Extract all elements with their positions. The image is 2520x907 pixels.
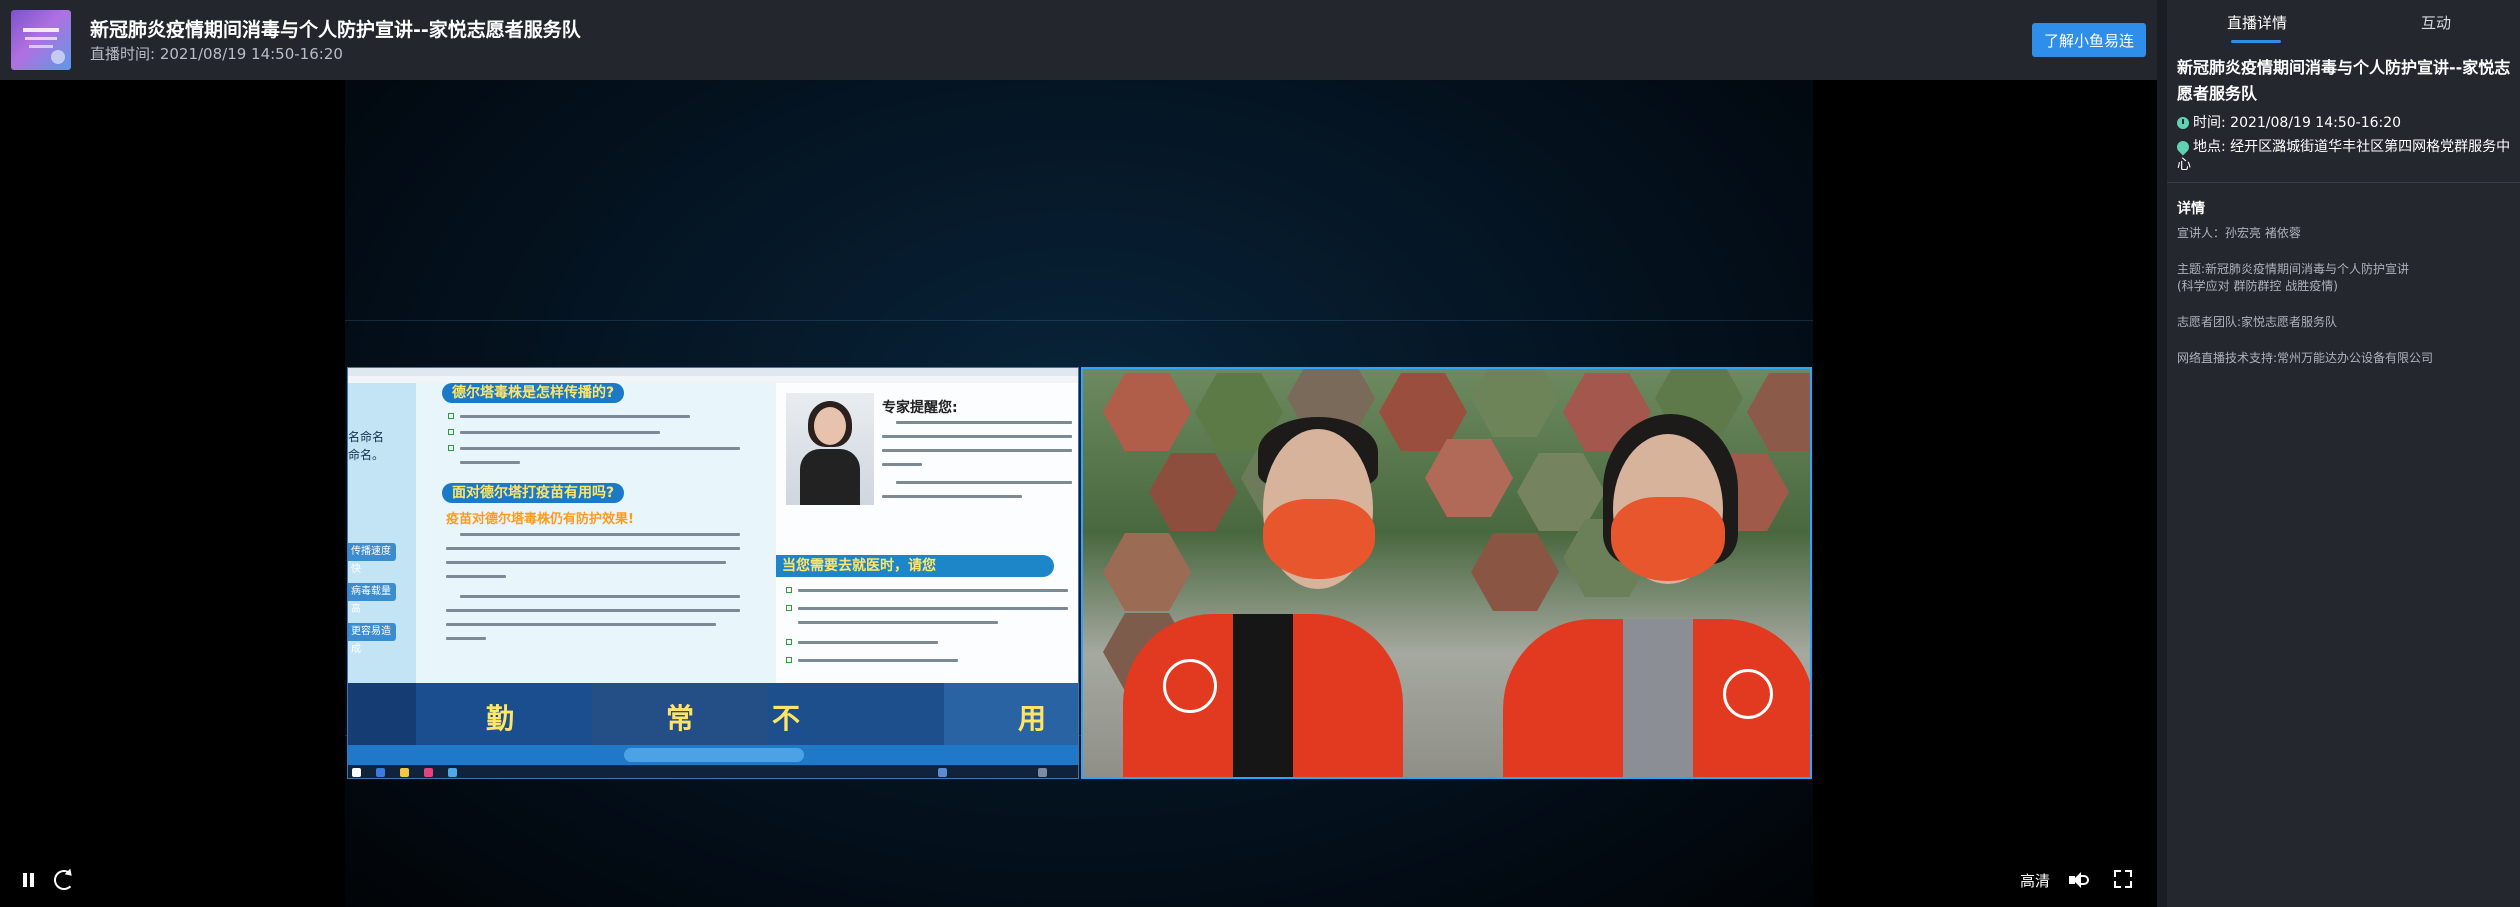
volume-icon[interactable] — [2069, 872, 2089, 888]
side-panel: 直播详情 互动 新冠肺炎疫情期间消毒与个人防护宣讲--家悦志愿者服务队 时间: … — [2167, 0, 2520, 907]
slide-highlight: 疫苗对德尔塔毒株仍有防护效果! — [446, 512, 634, 527]
slide-left-label: 命名。 — [348, 448, 385, 462]
slide-toolbar — [348, 745, 1078, 765]
live-time: 直播时间: 2021/08/19 14:50-16:20 — [90, 45, 343, 63]
refresh-icon[interactable] — [54, 870, 74, 890]
banner-char: 常 — [666, 702, 695, 735]
panel-event-title: 新冠肺炎疫情期间消毒与个人防护宣讲--家悦志愿者服务队 — [2177, 58, 2511, 103]
slide-chip: 病毒载量高 — [348, 583, 396, 615]
banner-char: 勤 — [486, 702, 515, 735]
shared-screen: 名命名 命名。 传播速度快 病毒载量高 更容易造成 德尔塔毒株是怎样传播的? 面… — [347, 367, 1079, 779]
slide-middle-column: 德尔塔毒株是怎样传播的? 面对德尔塔打疫苗有用吗? 疫苗对德尔塔毒株仍有防护效果… — [416, 383, 776, 683]
details-heading: 详情 — [2177, 201, 2205, 217]
windows-taskbar — [348, 765, 1078, 778]
tab-live-details[interactable]: 直播详情 — [2227, 12, 2287, 33]
slide-chip: 更容易造成 — [348, 623, 396, 655]
detail-line: (科学应对 群防群控 战胜疫情) — [2177, 279, 2338, 293]
camera-feed — [1081, 367, 1812, 779]
detail-line: 主题:新冠肺炎疫情期间消毒与个人防护宣讲 — [2177, 262, 2410, 276]
banner-char: 不 — [772, 702, 801, 735]
slide-heading: 德尔塔毒株是怎样传播的? — [442, 383, 625, 403]
event-time-row: 时间: 2021/08/19 14:50-16:20 — [2177, 114, 2401, 132]
panel-tabs: 直播详情 互动 — [2167, 0, 2520, 46]
slide-left-column: 名命名 命名。 传播速度快 病毒载量高 更容易造成 — [348, 383, 416, 683]
active-tab-indicator — [2231, 40, 2281, 43]
panel-divider — [2167, 182, 2520, 183]
quality-selector[interactable]: 高清 — [2020, 870, 2050, 891]
event-title: 新冠肺炎疫情期间消毒与个人防护宣讲--家悦志愿者服务队 — [90, 19, 581, 41]
event-location-row: 地点: 经开区潞城街道华丰社区第四网格党群服务中心 — [2174, 138, 2515, 174]
detail-line: 宣讲人：孙宏亮 褚依蓉 — [2177, 226, 2301, 240]
fullscreen-icon[interactable] — [2114, 870, 2132, 888]
event-location: 地点: 经开区潞城街道华丰社区第四网格党群服务中心 — [2177, 139, 2511, 173]
detail-line: 志愿者团队:家悦志愿者服务队 — [2177, 315, 2338, 329]
pause-button[interactable] — [22, 872, 36, 888]
event-thumbnail — [11, 10, 71, 70]
slide-heading: 面对德尔塔打疫苗有用吗? — [442, 483, 625, 503]
player-header: 新冠肺炎疫情期间消毒与个人防护宣讲--家悦志愿者服务队 直播时间: 2021/0… — [0, 0, 2157, 80]
detail-line: 网络直播技术支持:常州万能达办公设备有限公司 — [2177, 351, 2434, 365]
clock-icon — [2177, 117, 2189, 129]
event-time: 时间: 2021/08/19 14:50-16:20 — [2193, 115, 2402, 131]
banner-char: 用 — [1018, 702, 1047, 735]
slide-chip: 传播速度快 — [348, 543, 396, 575]
slide-right-column: 专家提醒您: 当您需要去就医时，请您 — [776, 383, 1078, 683]
location-pin-icon — [2174, 138, 2192, 156]
video-area[interactable]: 名命名 命名。 传播速度快 病毒载量高 更容易造成 德尔塔毒株是怎样传播的? 面… — [0, 80, 2157, 907]
clinic-heading: 当您需要去就医时，请您 — [776, 555, 1054, 577]
expert-heading: 专家提醒您: — [882, 400, 958, 416]
slide-left-label: 名命名 — [348, 430, 385, 444]
learn-more-button[interactable]: 了解小鱼易连 — [2032, 23, 2146, 57]
slide-banner: 勤 常 不 用 — [348, 683, 1078, 745]
tab-interaction[interactable]: 互动 — [2421, 12, 2451, 33]
expert-photo — [786, 393, 874, 505]
video-player: 新冠肺炎疫情期间消毒与个人防护宣讲--家悦志愿者服务队 直播时间: 2021/0… — [0, 0, 2157, 907]
